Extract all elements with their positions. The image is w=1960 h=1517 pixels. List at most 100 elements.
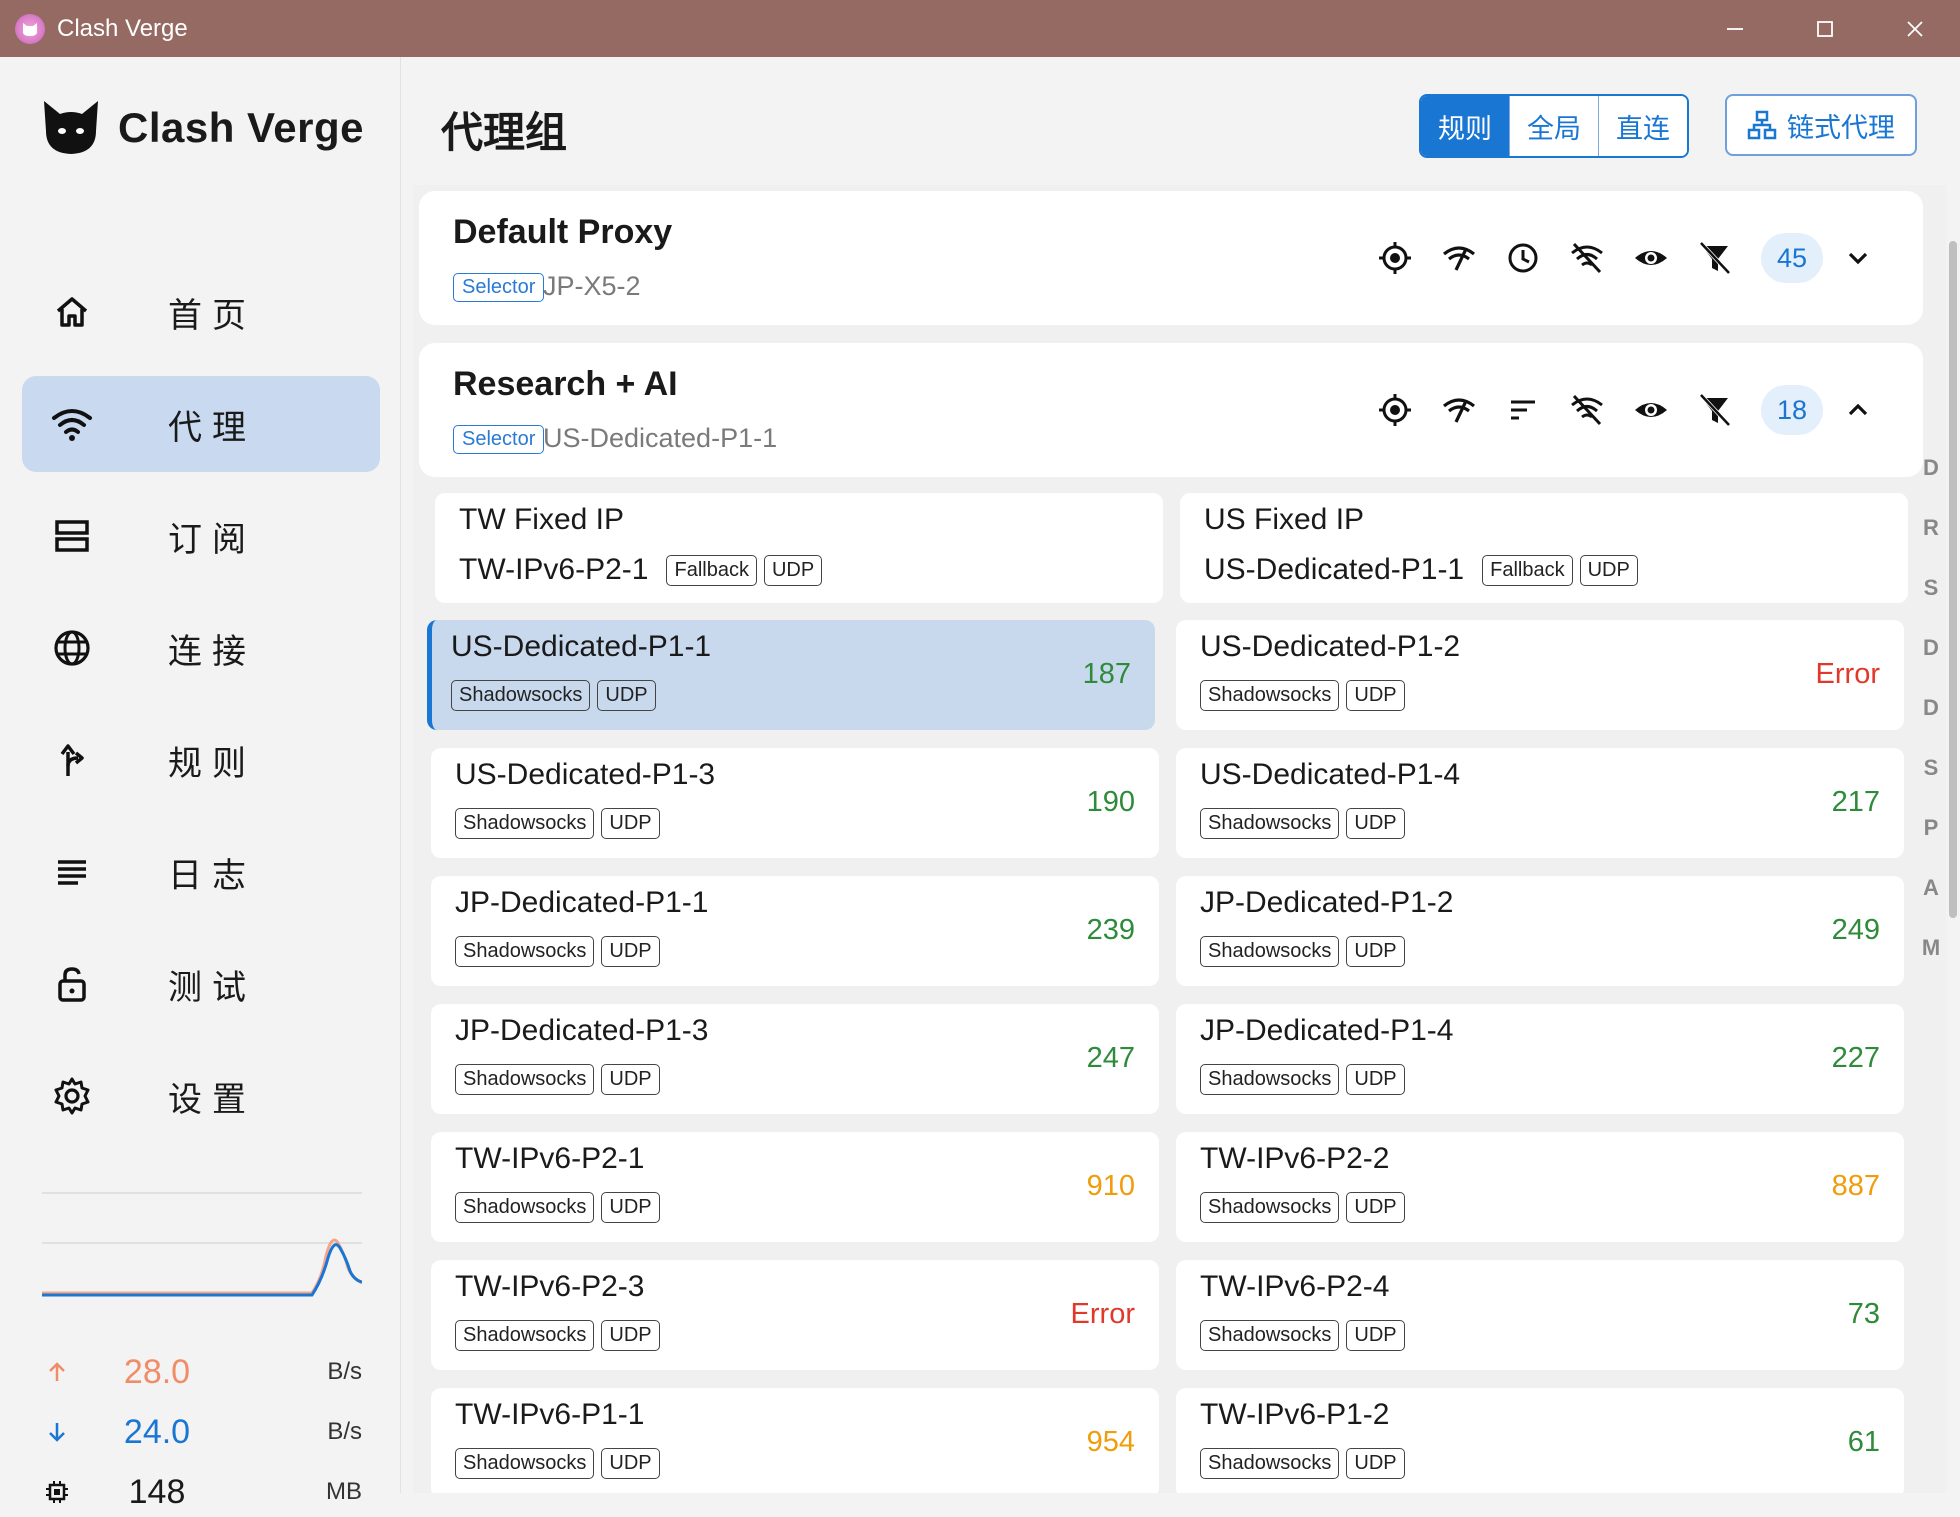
network-check-icon[interactable]: [1427, 233, 1491, 283]
index-letter[interactable]: S: [1916, 575, 1946, 635]
proxy-card[interactable]: TW-IPv6-P1-1 Shadowsocks UDP 954: [431, 1388, 1159, 1493]
eye-icon[interactable]: [1619, 233, 1683, 283]
proxy-delay[interactable]: 73: [1848, 1298, 1880, 1331]
filter-off-icon[interactable]: [1683, 385, 1747, 435]
locate-icon[interactable]: [1363, 385, 1427, 435]
minimize-button[interactable]: [1690, 0, 1780, 57]
upload-speed-value: 28.0: [123, 1352, 191, 1391]
group-current-proxy: JP-X5-2: [543, 271, 641, 301]
fallback-title: US Fixed IP: [1204, 503, 1365, 536]
chain-proxy-button[interactable]: 链式代理: [1725, 94, 1917, 156]
proxy-name: TW-IPv6-P2-1: [455, 1142, 645, 1175]
proxy-delay[interactable]: 227: [1832, 1042, 1880, 1075]
proxy-name: US-Dedicated-P1-3: [455, 758, 716, 791]
index-letter[interactable]: A: [1916, 875, 1946, 935]
sidebar-item-logs[interactable]: 日志: [22, 824, 380, 920]
traffic-graph: [42, 1238, 362, 1297]
proxy-delay[interactable]: 190: [1087, 786, 1135, 819]
clock-icon[interactable]: [1491, 233, 1555, 283]
proxy-delay[interactable]: 187: [1083, 658, 1131, 691]
fallback-group-card[interactable]: TW Fixed IP TW-IPv6-P2-1 Fallback UDP: [435, 493, 1163, 603]
close-window-button[interactable]: [1870, 0, 1960, 57]
scrollbar-thumb[interactable]: [1949, 241, 1957, 918]
proxy-card[interactable]: TW-IPv6-P2-4 Shadowsocks UDP 73: [1176, 1260, 1904, 1370]
proxy-card[interactable]: TW-IPv6-P1-2 Shadowsocks UDP 61: [1176, 1388, 1904, 1493]
udp-tag: UDP: [601, 1448, 660, 1479]
proxy-card[interactable]: JP-Dedicated-P1-4 Shadowsocks UDP 227: [1176, 1004, 1904, 1114]
proxy-delay[interactable]: 239: [1087, 914, 1135, 947]
network-check-icon[interactable]: [1427, 385, 1491, 435]
proxy-card[interactable]: US-Dedicated-P1-1 Shadowsocks UDP 187: [427, 620, 1155, 730]
upload-speed-row: 28.0 B/s: [42, 1347, 362, 1397]
index-letter[interactable]: D: [1916, 695, 1946, 755]
proxy-card[interactable]: JP-Dedicated-P1-1 Shadowsocks UDP 239: [431, 876, 1159, 986]
index-letter[interactable]: D: [1916, 635, 1946, 695]
sidebar-item-label: 日志: [168, 856, 256, 895]
sidebar-item-label: 连接: [168, 632, 256, 671]
sidebar-item-home[interactable]: 首页: [22, 264, 380, 360]
proxy-name: JP-Dedicated-P1-2: [1200, 886, 1454, 919]
wifi-off-icon[interactable]: [1555, 385, 1619, 435]
proxy-group-card[interactable]: Default Proxy Selector JP-X5-2 45: [419, 191, 1923, 325]
index-letter[interactable]: D: [1916, 455, 1946, 515]
cat-logo-icon: [44, 101, 98, 154]
proxy-delay[interactable]: 247: [1087, 1042, 1135, 1075]
lock-icon: [50, 962, 94, 1006]
filter-off-icon[interactable]: [1683, 233, 1747, 283]
chevron-up-icon[interactable]: [1823, 385, 1893, 435]
proxy-group-card[interactable]: Research + AI Selector US-Dedicated-P1-1: [419, 343, 1923, 477]
proxy-delay[interactable]: 217: [1832, 786, 1880, 819]
sidebar-item-label: 规则: [168, 744, 256, 783]
proxy-card[interactable]: JP-Dedicated-P1-2 Shadowsocks UDP 249: [1176, 876, 1904, 986]
proxy-card[interactable]: TW-IPv6-P2-2 Shadowsocks UDP 887: [1176, 1132, 1904, 1242]
sidebar-item-subscriptions[interactable]: 订阅: [22, 488, 380, 584]
index-letter[interactable]: M: [1916, 935, 1946, 995]
eye-icon[interactable]: [1619, 385, 1683, 435]
proxy-name: TW-IPv6-P2-4: [1200, 1270, 1390, 1303]
wifi-off-icon[interactable]: [1555, 233, 1619, 283]
mode-global-button[interactable]: 全局: [1510, 96, 1599, 156]
proxy-type-tag: Shadowsocks: [451, 680, 591, 711]
proxy-card[interactable]: US-Dedicated-P1-3 Shadowsocks UDP 190: [431, 748, 1159, 858]
sidebar-item-rules[interactable]: 规则: [22, 712, 380, 808]
proxy-delay[interactable]: 910: [1087, 1170, 1135, 1203]
proxy-card[interactable]: US-Dedicated-P1-2 Shadowsocks UDP Error: [1176, 620, 1904, 730]
memory-value: 148: [128, 1472, 186, 1511]
proxy-card[interactable]: US-Dedicated-P1-4 Shadowsocks UDP 217: [1176, 748, 1904, 858]
index-letter[interactable]: P: [1916, 815, 1946, 875]
chevron-down-icon[interactable]: [1823, 233, 1893, 283]
wifi-icon: [50, 402, 94, 446]
sidebar-item-proxy[interactable]: 代理: [22, 376, 380, 472]
sidebar-item-test[interactable]: 测试: [22, 936, 380, 1032]
proxy-card[interactable]: JP-Dedicated-P1-3 Shadowsocks UDP 247: [431, 1004, 1159, 1114]
proxy-delay[interactable]: 61: [1848, 1426, 1880, 1459]
mode-direct-button[interactable]: 直连: [1599, 96, 1687, 156]
proxy-delay[interactable]: 887: [1832, 1170, 1880, 1203]
main-panel: 代理组 规则 全局 直连 链式代理 Default Proxy Selector…: [401, 57, 1960, 1493]
group-current-proxy: US-Dedicated-P1-1: [543, 423, 778, 453]
scrollbar[interactable]: [1946, 185, 1960, 1493]
udp-tag: UDP: [1346, 1192, 1405, 1223]
index-letter[interactable]: R: [1916, 515, 1946, 575]
sidebar-item-connections[interactable]: 连接: [22, 600, 380, 696]
proxy-delay[interactable]: 954: [1087, 1426, 1135, 1459]
proxy-delay[interactable]: Error: [1071, 1298, 1135, 1331]
locate-icon[interactable]: [1363, 233, 1427, 283]
sidebar-item-settings[interactable]: 设置: [22, 1048, 380, 1144]
proxy-type-tag: Shadowsocks: [1200, 1448, 1340, 1479]
proxy-card[interactable]: TW-IPv6-P2-1 Shadowsocks UDP 910: [431, 1132, 1159, 1242]
sort-icon[interactable]: [1491, 385, 1555, 435]
memory-unit: MB: [326, 1478, 362, 1505]
network-tree-icon: [1747, 110, 1777, 140]
app-cat-icon: [15, 13, 45, 44]
sidebar-item-label: 首页: [168, 296, 256, 335]
fallback-current: TW-IPv6-P2-1: [459, 553, 649, 586]
proxy-card[interactable]: TW-IPv6-P2-3 Shadowsocks UDP Error: [431, 1260, 1159, 1370]
maximize-button[interactable]: [1780, 0, 1870, 57]
proxy-delay[interactable]: Error: [1816, 658, 1880, 691]
index-letter[interactable]: S: [1916, 755, 1946, 815]
fallback-group-card[interactable]: US Fixed IP US-Dedicated-P1-1 Fallback U…: [1180, 493, 1908, 603]
mode-rule-button[interactable]: 规则: [1421, 96, 1510, 156]
udp-tag: UDP: [1346, 936, 1405, 967]
proxy-delay[interactable]: 249: [1832, 914, 1880, 947]
